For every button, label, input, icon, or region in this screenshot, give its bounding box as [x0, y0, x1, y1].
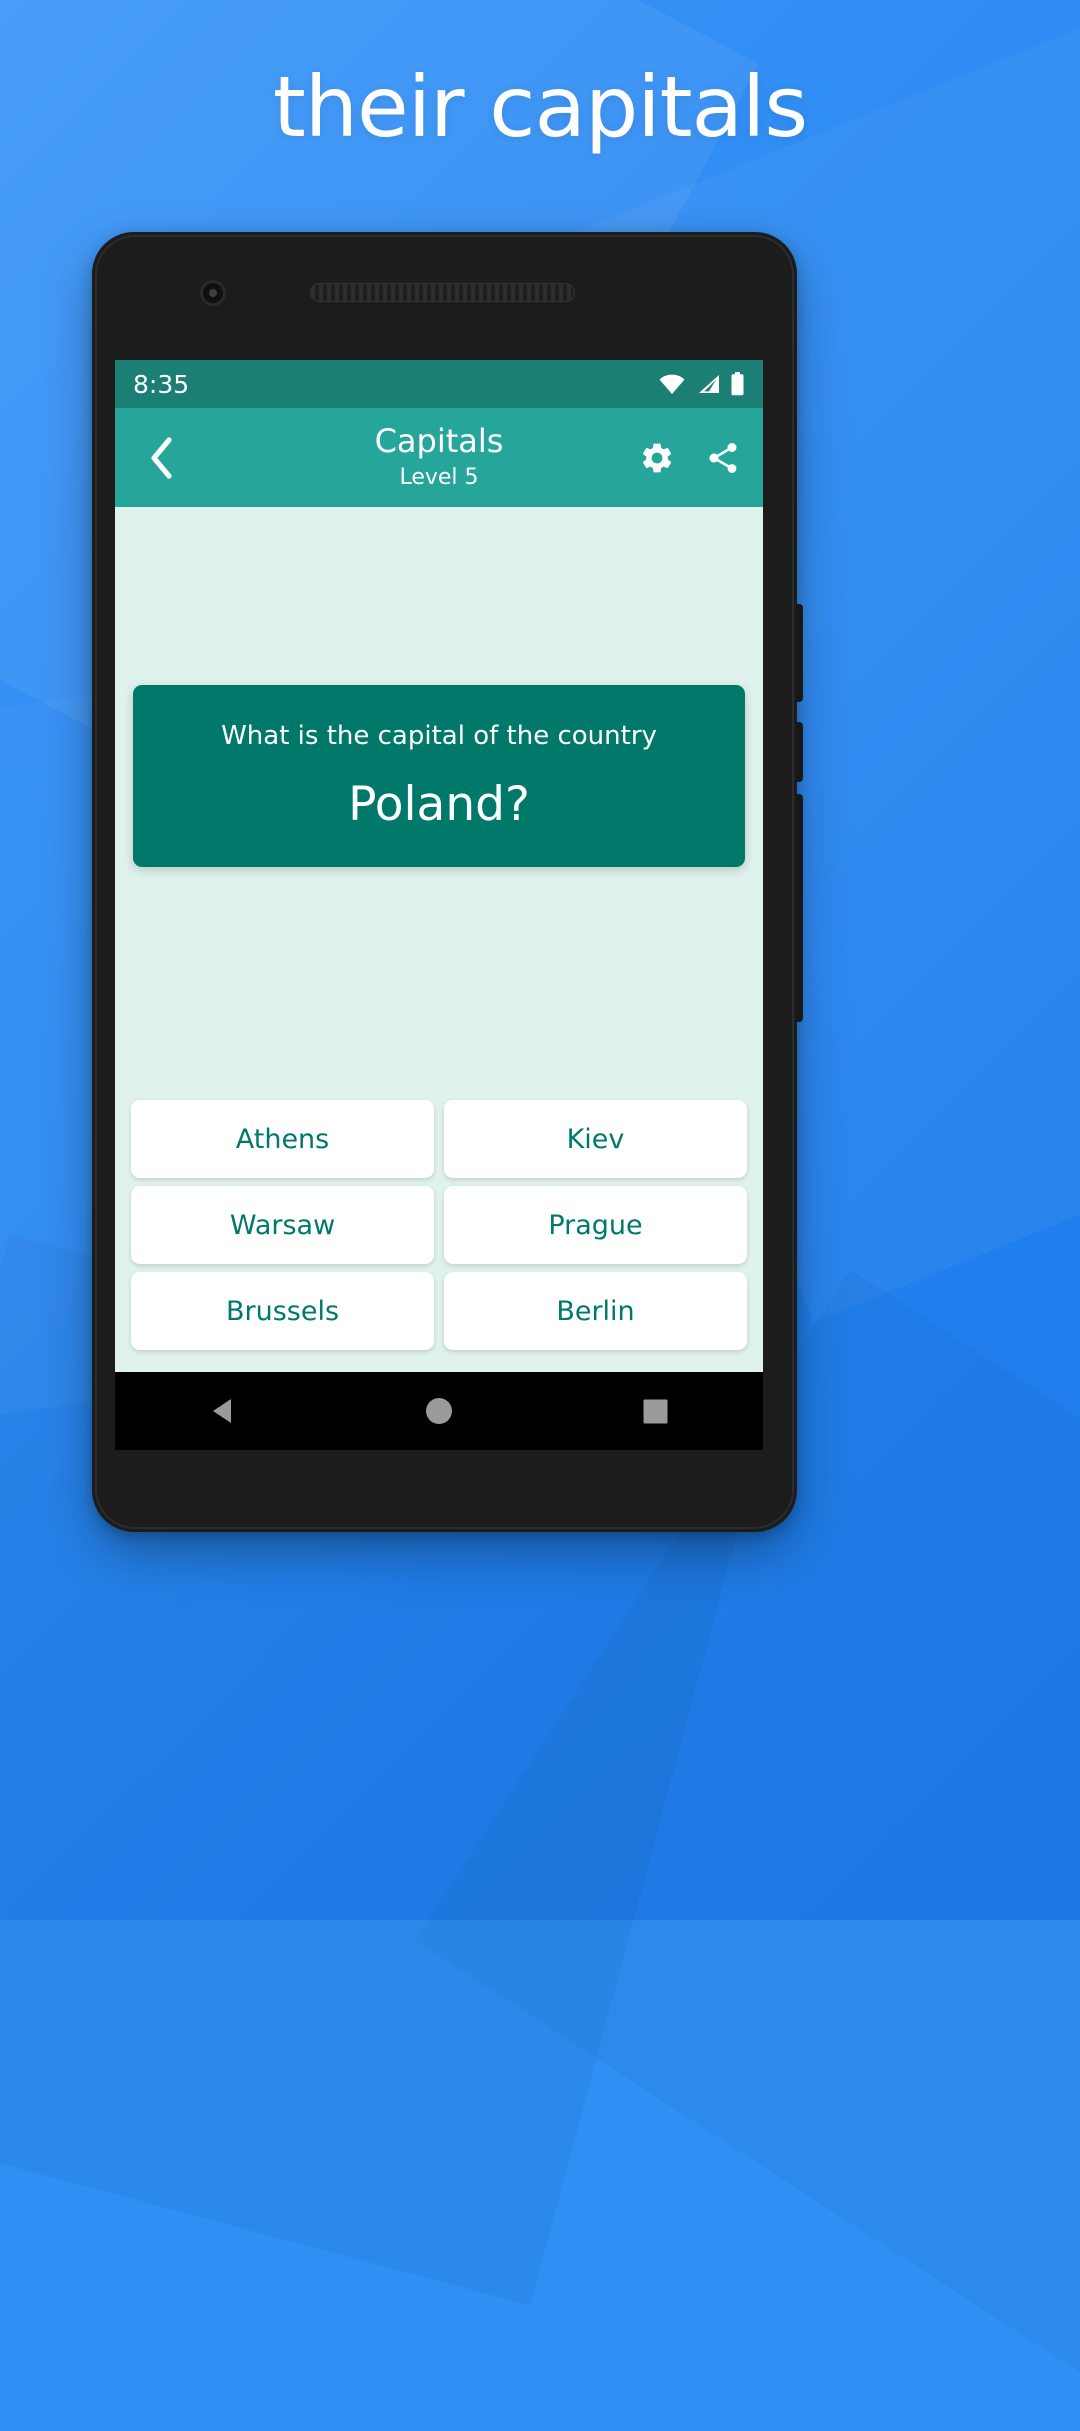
app-bar: Capitals Level 5: [115, 408, 763, 507]
front-camera-icon: [200, 280, 226, 306]
app-bar-actions: [639, 440, 741, 476]
quiz-body: What is the capital of the country Polan…: [115, 507, 763, 1372]
status-bar: 8:35: [115, 360, 763, 408]
phone-mockup: 8:35 Capitals Level 5 What is the capita…: [92, 232, 803, 1532]
promo-headline: their capitals: [272, 58, 808, 156]
volume-up-button[interactable]: [796, 604, 803, 702]
answer-option-button[interactable]: Brussels: [131, 1272, 434, 1350]
wifi-icon: [659, 374, 685, 394]
nav-back-button[interactable]: [209, 1396, 237, 1426]
nav-home-button[interactable]: [424, 1396, 454, 1426]
answer-option-button[interactable]: Berlin: [444, 1272, 747, 1350]
back-triangle-icon: [212, 1399, 231, 1423]
volume-down-button[interactable]: [796, 722, 803, 782]
page-title: Capitals: [374, 422, 504, 461]
nav-recents-button[interactable]: [642, 1398, 669, 1425]
home-circle-icon: [426, 1398, 453, 1424]
status-icons: [658, 372, 745, 396]
question-subject: Poland?: [348, 776, 530, 832]
question-prompt: What is the capital of the country: [221, 720, 657, 751]
share-button[interactable]: [705, 440, 741, 476]
gear-icon: [643, 443, 672, 472]
earpiece-speaker: [310, 283, 575, 302]
answer-option-button[interactable]: Prague: [444, 1186, 747, 1264]
answer-options-grid: Athens Kiev Warsaw Prague Brussels Berli…: [131, 1100, 747, 1350]
back-button[interactable]: [137, 430, 185, 486]
settings-button[interactable]: [639, 440, 675, 476]
question-card: What is the capital of the country Polan…: [133, 685, 745, 867]
battery-icon: [731, 372, 744, 396]
android-navigation-bar: [115, 1372, 763, 1450]
signal-icon: [699, 375, 719, 393]
camera-lens: [209, 289, 217, 297]
recents-square-icon: [643, 1399, 668, 1423]
page-subtitle: Level 5: [399, 464, 479, 490]
chevron-left-icon: [151, 436, 172, 479]
power-button[interactable]: [796, 794, 803, 1022]
phone-screen: 8:35 Capitals Level 5 What is the capita…: [115, 360, 763, 1450]
answer-option-button[interactable]: Warsaw: [131, 1186, 434, 1264]
status-clock: 8:35: [133, 369, 190, 399]
answer-option-button[interactable]: Kiev: [444, 1100, 747, 1178]
share-icon: [709, 442, 737, 473]
answer-option-button[interactable]: Athens: [131, 1100, 434, 1178]
